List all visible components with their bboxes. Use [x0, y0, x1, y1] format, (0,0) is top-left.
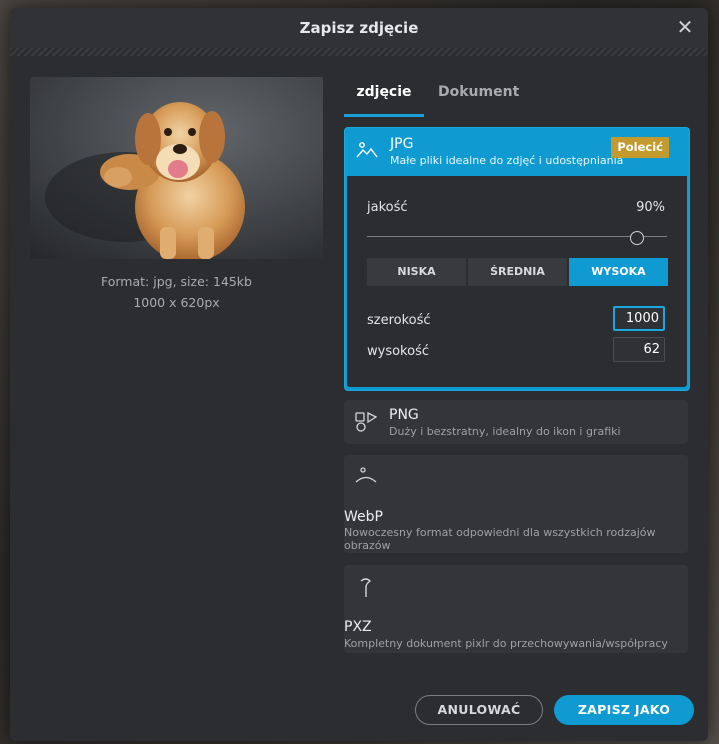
- webp-name: WebP: [344, 509, 383, 525]
- width-input[interactable]: [613, 306, 665, 331]
- height-input[interactable]: [613, 337, 665, 362]
- tab-document[interactable]: Dokument: [438, 80, 528, 114]
- format-option-webp[interactable]: WebP Nowoczesny format odpowiedni dla ws…: [344, 455, 688, 553]
- close-icon[interactable]: ✕: [674, 16, 696, 38]
- preview-info: Format: jpg, size: 145kb 1000 x 620px: [30, 271, 323, 313]
- format-option-jpg[interactable]: JPG Małe pliki idealne do zdjęć i udostę…: [344, 127, 690, 391]
- header-divider: [10, 48, 708, 56]
- quality-presets: NISKA ŚREDNIA WYSOKA: [367, 258, 668, 286]
- cancel-button[interactable]: ANULOWAĆ: [415, 695, 543, 725]
- webp-icon: [354, 465, 378, 489]
- format-option-png[interactable]: PNG Duży i bezstratny, idealny do ikon i…: [344, 400, 688, 444]
- quality-label: jakość: [367, 200, 408, 215]
- dialog-header: Zapisz zdjęcie ✕: [10, 8, 708, 48]
- preset-low[interactable]: NISKA: [367, 258, 466, 286]
- png-description: Duży i bezstratny, idealny do ikon i gra…: [389, 425, 621, 438]
- recommended-badge: Polecić: [611, 137, 669, 158]
- png-name: PNG: [389, 407, 419, 423]
- save-dialog: Zapisz zdjęcie ✕ Format: jpg, size: 145k…: [10, 8, 708, 741]
- tab-photo[interactable]: zdjęcie: [344, 80, 424, 117]
- shapes-icon: [354, 410, 378, 434]
- pxz-name: PXZ: [344, 619, 372, 635]
- pen-icon: [354, 575, 378, 599]
- format-option-pxz[interactable]: PXZ Kompletny dokument pixlr do przechow…: [344, 565, 688, 653]
- preview-dimensions: 1000 x 620px: [133, 295, 220, 310]
- jpg-header[interactable]: JPG Małe pliki idealne do zdjęć i udostę…: [345, 128, 689, 175]
- image-preview: [30, 77, 323, 259]
- quality-value: 90%: [636, 200, 665, 215]
- webp-description: Nowoczesny format odpowiedni dla wszystk…: [344, 526, 656, 552]
- preview-format-size: Format: jpg, size: 145kb: [101, 274, 252, 289]
- preset-medium[interactable]: ŚREDNIA: [468, 258, 567, 286]
- jpg-settings: jakość 90% NISKA ŚREDNIA WYSOKA szerokoś…: [347, 176, 687, 387]
- quality-slider[interactable]: [367, 231, 667, 245]
- save-tabs: zdjęcie Dokument: [344, 80, 690, 117]
- quality-slider-thumb[interactable]: [630, 231, 644, 245]
- jpg-name: JPG: [390, 136, 414, 152]
- height-label: wysokość: [367, 344, 429, 359]
- pxz-description: Kompletny dokument pixlr do przechowywan…: [344, 637, 668, 650]
- save-as-button[interactable]: ZAPISZ JAKO: [554, 695, 694, 725]
- width-label: szerokość: [367, 313, 431, 328]
- jpg-description: Małe pliki idealne do zdjęć i udostępnia…: [390, 154, 624, 167]
- preset-high[interactable]: WYSOKA: [569, 258, 668, 286]
- landscape-icon: [355, 138, 379, 162]
- quality-slider-track[interactable]: [367, 236, 667, 237]
- dialog-title: Zapisz zdjęcie: [299, 19, 419, 37]
